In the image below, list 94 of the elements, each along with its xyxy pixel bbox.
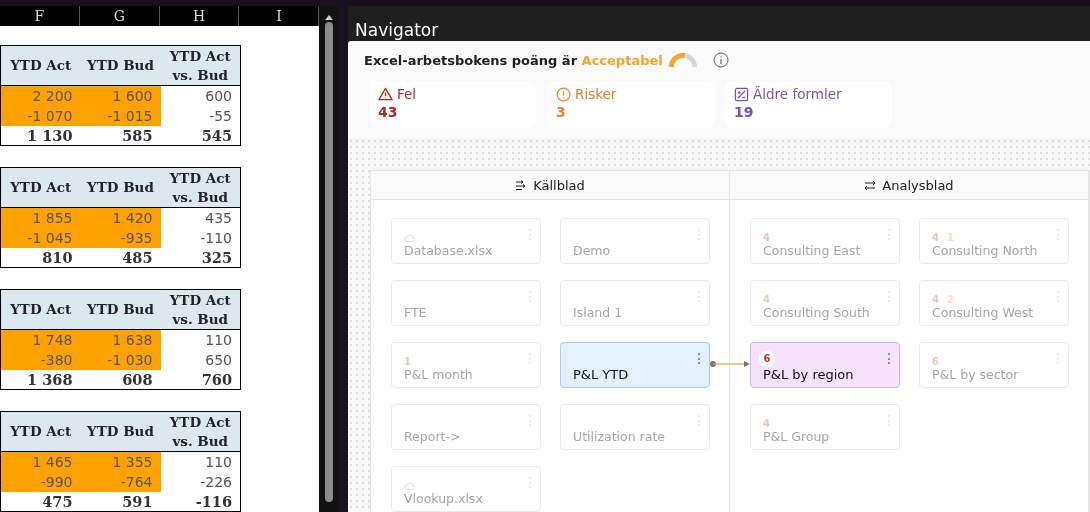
error-count: 4 (763, 418, 770, 429)
cloud-icon (404, 482, 415, 490)
column-header[interactable]: G (79, 6, 160, 26)
error-count: 4 (932, 232, 939, 243)
error-count: 6 (932, 356, 939, 367)
sheet-node[interactable]: 4 1 Consulting North (919, 218, 1069, 264)
panel-title: Navigator (354, 19, 440, 41)
total-cell: 810 (0, 247, 81, 268)
table-header: YTD Act (0, 411, 81, 452)
sheet-node[interactable]: Vlookup.xlsx (391, 466, 541, 512)
sheet-node[interactable]: 4 2 Consulting West (919, 280, 1069, 326)
error-count: 4 (932, 294, 939, 305)
stat-label: Risker (575, 86, 617, 102)
info-icon[interactable] (712, 52, 729, 68)
table-header: YTD Bud (80, 45, 161, 86)
error-count: 4 (763, 232, 770, 243)
table-cell: 1 465 (0, 451, 81, 472)
stat-count: 3 (556, 104, 567, 120)
sheet-name: FTE (404, 305, 428, 320)
sheet-node[interactable]: 6 P&L by region (750, 342, 900, 388)
column-title: Analysblad (882, 177, 954, 193)
sheet-node[interactable]: 4 Consulting East (750, 218, 900, 264)
error-count: 1 (404, 356, 411, 367)
sheet-node[interactable]: Demo (560, 218, 710, 264)
total-cell: 475 (0, 491, 81, 512)
connector-arrow (709, 360, 751, 368)
sheet-node[interactable]: 4 Consulting South (750, 280, 900, 326)
sheet-name: Consulting South (763, 305, 871, 320)
table-cell: 2 200 (0, 85, 81, 106)
sheet-name: P&L month (404, 367, 474, 382)
sheet-name: P&L Group (763, 429, 831, 444)
sheet-name: Vlookup.xlsx (404, 491, 484, 506)
sheet-node[interactable]: Database.xlsx (391, 218, 541, 264)
total-cell: 1 368 (0, 369, 81, 390)
table-header: YTD Act vs. Bud (160, 289, 241, 330)
risk-count: 2 (946, 294, 954, 305)
error-count: 4 (763, 294, 770, 305)
column-title: Källblad (533, 177, 585, 193)
sheet-name: Demo (573, 243, 612, 258)
sheet-name: Consulting East (763, 243, 862, 258)
exclamation-circle-icon (556, 86, 571, 102)
table-header: YTD Act vs. Bud (160, 45, 241, 86)
table-header: YTD Act (0, 45, 81, 86)
total-cell: 1 130 (0, 125, 81, 146)
stat-label: Fel (397, 86, 417, 102)
cloud-icon (404, 234, 415, 242)
risk-count: 1 (946, 232, 954, 243)
scroll-up-icon[interactable] (325, 14, 334, 20)
column-header[interactable]: F (0, 6, 80, 26)
sheet-name: P&L YTD (573, 367, 630, 382)
table-header: YTD Bud (80, 289, 161, 330)
table-header: YTD Bud (80, 167, 161, 208)
sheet-node[interactable]: P&L YTD (560, 342, 710, 388)
merge-arrows-icon (515, 179, 528, 191)
table-cell: 1 855 (0, 207, 81, 228)
sheet-name: Island 1 (573, 305, 624, 320)
error-count: 6 (759, 351, 775, 367)
stat-label: Äldre formler (753, 86, 842, 102)
sheet-node[interactable]: FTE (391, 280, 541, 326)
swap-arrows-icon (864, 179, 877, 191)
sheet-name: Utilization rate (573, 429, 666, 444)
stat-card[interactable]: Äldre formler 19 (725, 81, 892, 128)
warning-icon (378, 87, 393, 101)
sheet-name: Database.xlsx (404, 243, 494, 258)
sheet-node[interactable]: 6 P&L by sector (919, 342, 1069, 388)
stat-card[interactable]: Risker 3 (547, 81, 714, 128)
sheet-name: Report-> (404, 429, 462, 444)
table-cell: -1 070 (0, 105, 81, 126)
formula-icon (734, 86, 749, 102)
sheet-name: P&L by sector (932, 367, 1020, 382)
table-cell: -990 (0, 471, 81, 492)
sheet-node[interactable]: Utilization rate (560, 404, 710, 450)
table-header: YTD Act vs. Bud (160, 167, 241, 208)
sheet-node[interactable]: Report-> (391, 404, 541, 450)
sheet-name: Consulting North (932, 243, 1039, 258)
table-cell: -380 (0, 349, 81, 370)
column-header[interactable]: H (159, 6, 240, 26)
table-header: YTD Act (0, 289, 81, 330)
table-header: YTD Bud (80, 411, 161, 452)
stat-count: 19 (734, 104, 755, 120)
scrollbar-thumb[interactable] (325, 22, 334, 502)
table-cell: 1 748 (0, 329, 81, 350)
sheet-name: Consulting West (932, 305, 1035, 320)
sheet-name: P&L by region (763, 367, 855, 382)
scrollbar[interactable] (319, 6, 339, 512)
sheet-node[interactable]: 1 P&L month (391, 342, 541, 388)
table-header: YTD Act (0, 167, 81, 208)
table-header: YTD Act vs. Bud (160, 411, 241, 452)
sheet-node[interactable]: Island 1 (560, 280, 710, 326)
stat-count: 43 (378, 104, 399, 120)
score-text: Excel-arbetsbokens poäng är Acceptabel (364, 52, 663, 68)
sheet-node[interactable]: 4 P&L Group (750, 404, 900, 450)
stat-card[interactable]: Fel 43 (369, 81, 536, 128)
table-cell: -1 045 (0, 227, 81, 248)
